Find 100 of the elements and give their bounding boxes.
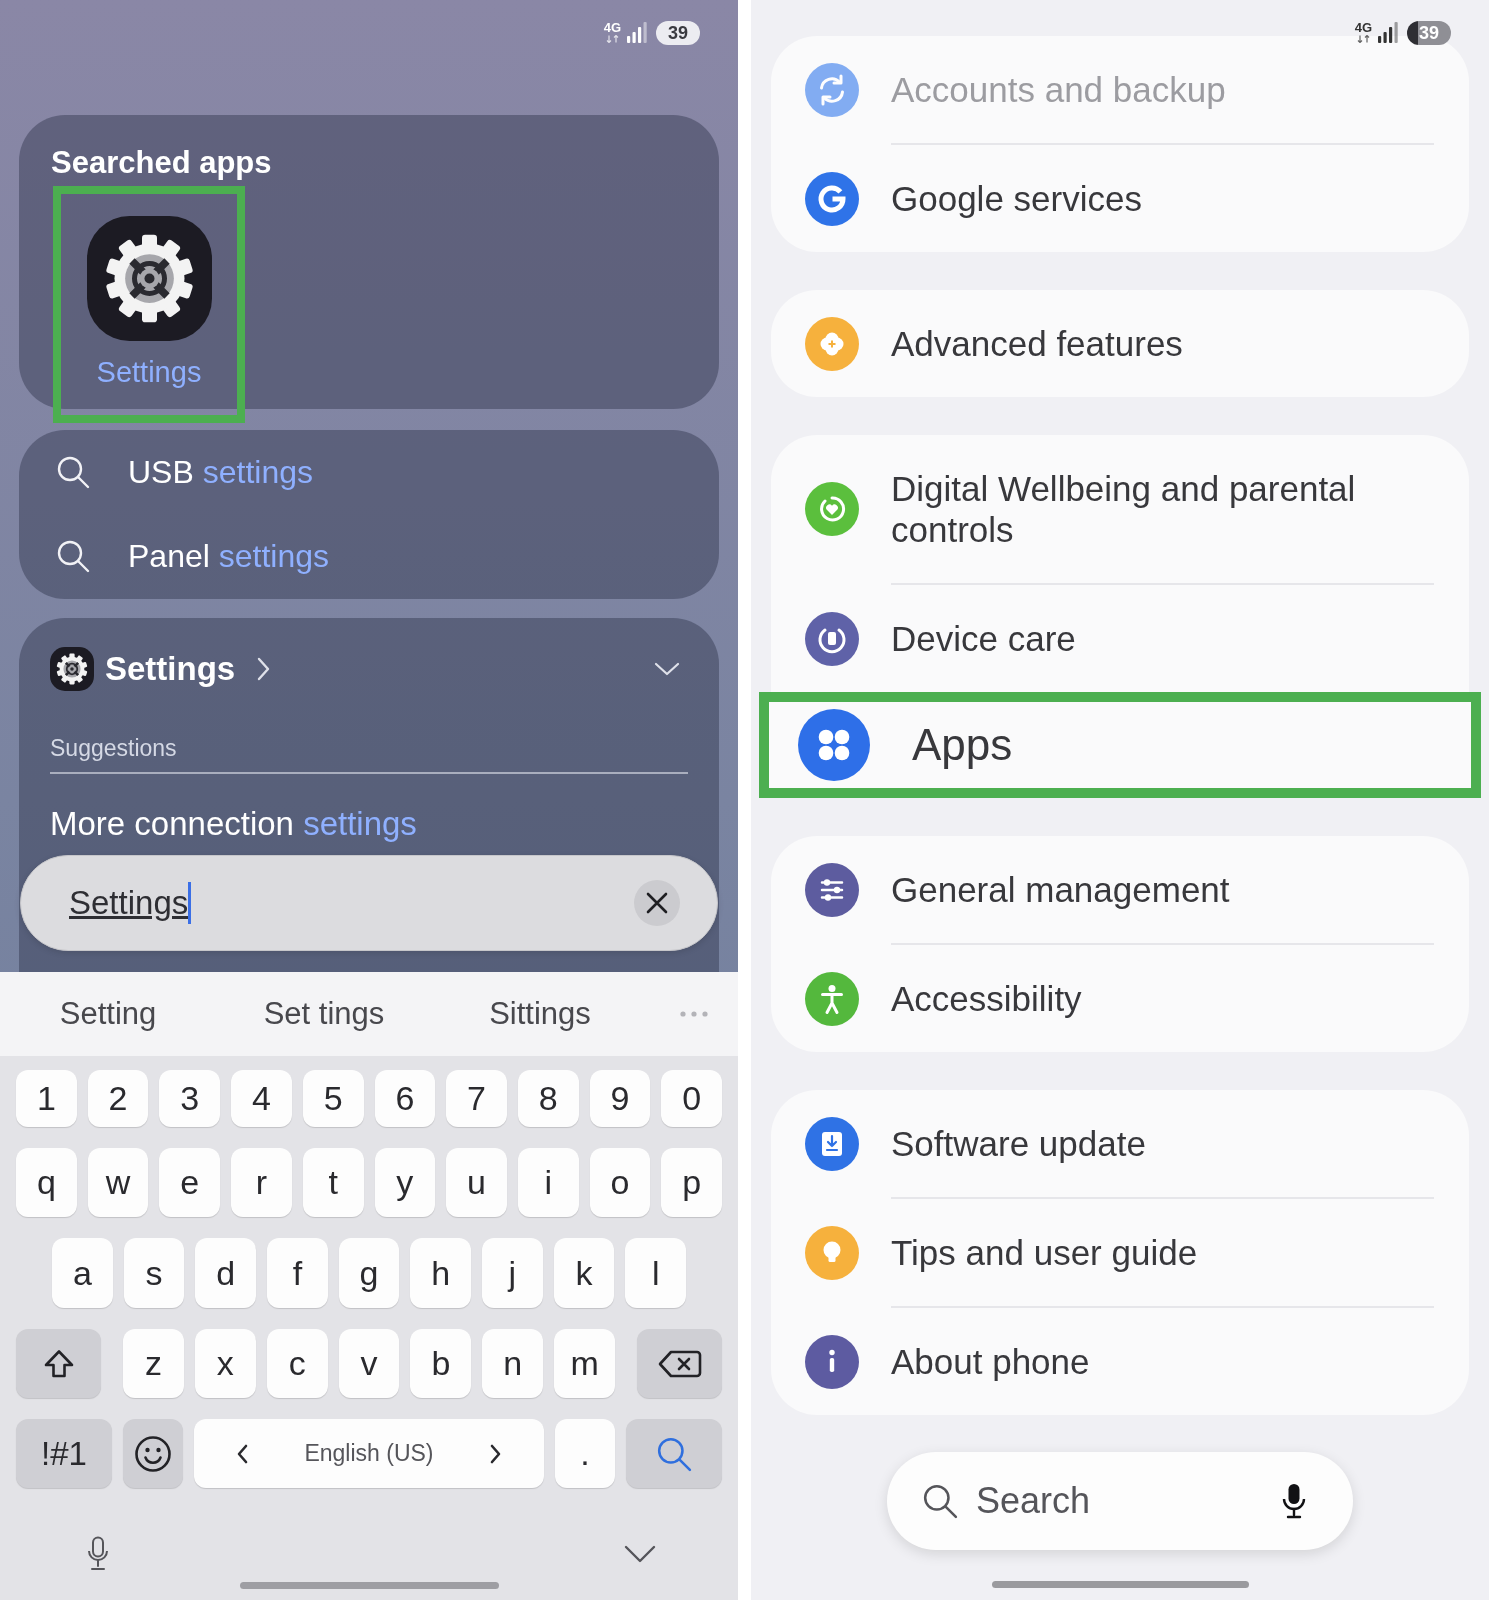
word-suggestion[interactable]: Set tings [263,995,385,1033]
gear-icon [86,216,212,341]
keyboard-key[interactable]: . [555,1419,615,1488]
keyboard-key[interactable]: 1 [16,1070,77,1127]
settings-item[interactable]: Google services [771,145,1469,252]
keyboard-key[interactable]: p [661,1148,723,1217]
settings-item[interactable]: Software update [771,1090,1469,1197]
keyboard-key[interactable]: 5 [302,1070,364,1127]
battery-level: 39 [656,21,700,45]
battery-level: 39 [1407,21,1451,45]
keyboard-key[interactable]: d [195,1238,256,1308]
keyboard-key[interactable]: 8 [517,1070,579,1127]
search-bar[interactable]: Settings [20,855,718,951]
chevron-down-icon[interactable] [624,1545,656,1563]
keyboard-key[interactable]: 6 [374,1070,436,1127]
settings-item[interactable]: Accessibility [771,945,1469,1052]
keyboard-key[interactable]: u [446,1148,507,1217]
keyboard-key[interactable]: c [266,1329,328,1398]
settings-item[interactable]: Tips and user guide [771,1199,1469,1306]
keyboard-key[interactable]: e [159,1148,221,1217]
keyboard-key[interactable]: q [16,1148,77,1217]
signal-icon [627,22,647,43]
word-suggestion[interactable]: Setting [59,995,157,1033]
text-cursor [188,882,192,924]
section-title: Searched apps [51,144,273,182]
search-bar[interactable]: Search [887,1452,1353,1550]
microphone-icon[interactable] [1282,1483,1306,1519]
download-icon [805,1116,859,1171]
letter-g-icon [805,171,859,226]
section-label: Suggestions [50,734,177,762]
search-suggestion[interactable]: USB settings [19,430,719,514]
settings-item[interactable]: Device care [771,585,1469,692]
gear-icon [50,647,94,691]
keyboard-key[interactable]: 3 [159,1070,221,1127]
keyboard-key[interactable]: n [482,1329,544,1398]
data-arrows-icon [1356,35,1370,43]
keyboard-key[interactable]: a [52,1238,113,1308]
smiley-icon [134,1434,172,1473]
keyboard-key[interactable]: h [410,1238,472,1308]
settings-item[interactable]: General management [771,836,1469,943]
chevron-left-icon [236,1443,248,1464]
app-result-header[interactable]: Settings [50,647,271,691]
keyboard-key[interactable]: j [482,1238,543,1308]
keyboard-key[interactable]: 9 [589,1070,651,1127]
settings-item[interactable]: Digital Wellbeing and parental controls [771,435,1469,583]
phone-ring-icon [805,611,859,666]
search-input[interactable]: Search [976,1479,1246,1523]
close-icon [646,892,668,914]
settings-item[interactable]: Apps [759,692,1481,798]
keyboard-key[interactable]: i [517,1148,579,1217]
settings-item[interactable]: Advanced features [771,290,1469,397]
search-icon [922,1483,958,1519]
backspace-key[interactable] [637,1329,722,1398]
shift-key[interactable] [16,1329,101,1398]
keyboard-key[interactable]: f [267,1238,328,1308]
search-input[interactable]: Settings [69,883,189,923]
symbols-key[interactable]: !#1 [16,1419,112,1488]
search-suggestion[interactable]: Panel settings [19,514,719,598]
chevron-right-icon [257,657,271,681]
keyboard-key[interactable]: g [338,1238,400,1308]
search-icon [656,1435,692,1472]
keyboard-key[interactable]: 7 [446,1070,507,1127]
keyboard-key[interactable]: 4 [231,1070,292,1127]
backspace-icon [657,1349,702,1378]
shift-icon [42,1348,75,1379]
flower-icon [805,316,859,371]
search-key[interactable] [626,1419,722,1488]
search-icon [56,455,90,489]
keyboard-key[interactable]: m [554,1329,615,1398]
setting-suggestion[interactable]: More connection settings [50,805,417,843]
keyboard-key[interactable]: k [553,1238,615,1308]
accessibility-icon [805,971,859,1026]
lightbulb-icon [805,1225,859,1280]
keyboard-key[interactable]: l [625,1238,687,1308]
keyboard-key[interactable]: y [374,1148,436,1217]
sliders-icon [805,862,859,917]
keyboard-key[interactable]: r [231,1148,292,1217]
settings-item[interactable]: About phone [771,1308,1469,1415]
keyboard-key[interactable]: 2 [87,1070,149,1127]
emoji-key[interactable] [123,1419,183,1488]
keyboard-key[interactable]: b [410,1329,472,1398]
info-icon [805,1334,859,1389]
network-type: 4G [603,21,621,34]
data-arrows-icon [605,35,619,43]
word-suggestion[interactable]: Sittings [489,995,591,1033]
keyboard-key[interactable]: w [87,1148,149,1217]
signal-icon [1378,22,1398,43]
keyboard-key[interactable]: v [338,1329,400,1398]
keyboard-key[interactable]: z [123,1329,184,1398]
keyboard-key[interactable]: 0 [661,1070,723,1127]
keyboard-key[interactable]: s [123,1238,185,1308]
sync-icon [805,62,859,117]
clear-button[interactable] [634,880,680,926]
network-type: 4G [1354,21,1372,34]
heart-ring-icon [805,482,859,536]
keyboard-key[interactable]: o [589,1148,651,1217]
keyboard-key[interactable]: x [194,1329,256,1398]
space-bar[interactable]: English (US) [194,1419,544,1488]
search-icon [56,539,90,573]
keyboard-key[interactable]: t [302,1148,364,1217]
